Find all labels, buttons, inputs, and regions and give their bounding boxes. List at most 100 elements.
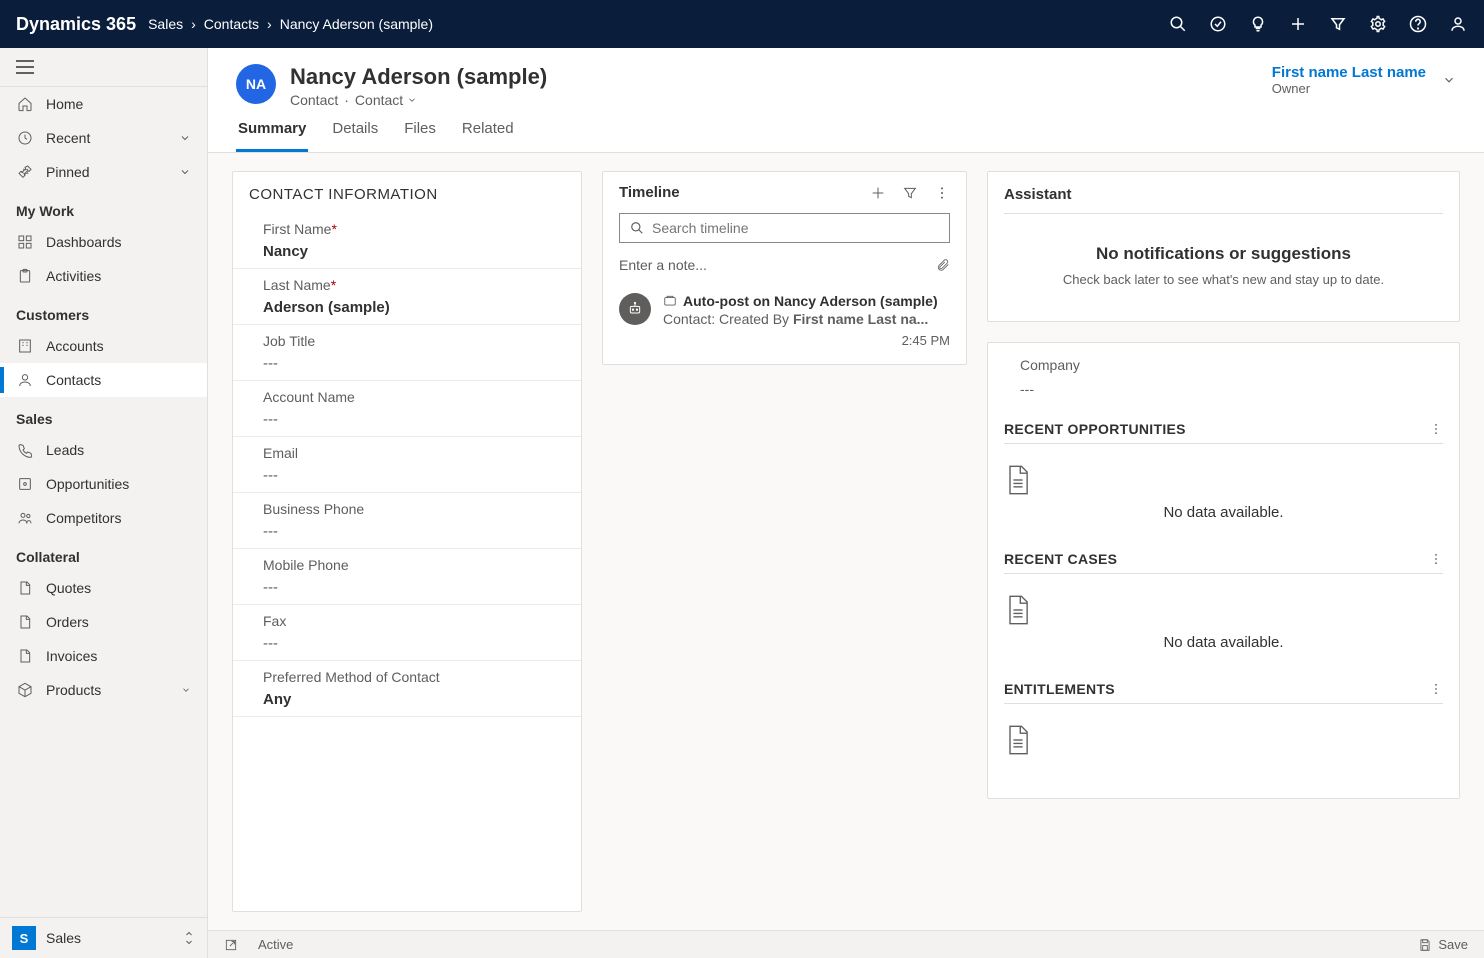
chevron-down-icon: [181, 685, 191, 695]
help-icon[interactable]: [1408, 14, 1428, 34]
person-icon[interactable]: [1448, 14, 1468, 34]
form-field[interactable]: Fax---: [233, 605, 581, 661]
assistant-msg-title: No notifications or suggestions: [1004, 244, 1443, 264]
related-section-title: RECENT CASES: [1004, 541, 1443, 574]
timeline-item[interactable]: Auto-post on Nancy Aderson (sample) Cont…: [603, 289, 966, 364]
nav-invoices[interactable]: Invoices: [0, 639, 207, 673]
note-icon: [663, 294, 677, 308]
tab-details[interactable]: Details: [330, 108, 380, 152]
sidebar-area-switcher[interactable]: S Sales: [0, 917, 207, 958]
nav-label: Dashboards: [46, 234, 122, 250]
nav-home[interactable]: Home: [0, 87, 207, 121]
search-icon[interactable]: [1168, 14, 1188, 34]
home-icon: [16, 95, 34, 113]
nodata-msg: No data available.: [1004, 634, 1443, 651]
chevron-down-icon[interactable]: [1442, 73, 1456, 87]
form-selector[interactable]: Contact: [355, 92, 417, 108]
form-field[interactable]: First Name*Nancy: [233, 213, 581, 269]
lightbulb-icon[interactable]: [1248, 14, 1268, 34]
nodata-msg: No data available.: [1004, 504, 1443, 521]
owner-label: Owner: [1272, 81, 1426, 96]
filter-icon[interactable]: [1328, 14, 1348, 34]
nodata-block: No data available.: [1004, 444, 1443, 541]
nav-leads[interactable]: Leads: [0, 433, 207, 467]
statusbar: Active Save: [208, 930, 1484, 958]
form-field[interactable]: Job Title ---: [233, 325, 581, 381]
document-icon: [16, 579, 34, 597]
form-value: Any: [263, 691, 561, 708]
plus-icon[interactable]: [1288, 14, 1308, 34]
nav-contacts[interactable]: Contacts: [0, 363, 207, 397]
save-button[interactable]: Save: [1418, 937, 1468, 952]
breadcrumb-item[interactable]: Sales: [148, 16, 183, 32]
content-area: CONTACT INFORMATION First Name*NancyLast…: [208, 153, 1484, 930]
nav-label: Invoices: [46, 648, 97, 664]
form-field[interactable]: Email---: [233, 437, 581, 493]
nav-label: Quotes: [46, 580, 91, 596]
timeline-note-input[interactable]: Enter a note...: [619, 253, 950, 277]
contact-info-panel: CONTACT INFORMATION First Name*NancyLast…: [232, 171, 582, 912]
assistant-title: Assistant: [1004, 186, 1443, 214]
more-icon[interactable]: [934, 185, 950, 201]
dashboard-icon: [16, 233, 34, 251]
nav-recent[interactable]: Recent: [0, 121, 207, 155]
assistant-panel: Assistant No notifications or suggestion…: [987, 171, 1460, 322]
document-icon: [1004, 464, 1443, 496]
people-icon: [16, 509, 34, 527]
attachment-icon[interactable]: [936, 257, 950, 273]
tab-related[interactable]: Related: [460, 108, 516, 152]
more-icon[interactable]: [1429, 422, 1443, 436]
form-field[interactable]: Last Name*Aderson (sample): [233, 269, 581, 325]
nav-activities[interactable]: Activities: [0, 259, 207, 293]
form-value: ---: [263, 355, 561, 372]
form-value: ---: [263, 635, 561, 652]
pin-icon: [16, 163, 34, 181]
main-content: NA Nancy Aderson (sample) Contact · Cont…: [208, 48, 1484, 958]
tab-files[interactable]: Files: [402, 108, 438, 152]
area-badge: S: [12, 926, 36, 950]
filter-icon[interactable]: [902, 185, 918, 201]
record-subtitle: Contact · Contact: [290, 92, 547, 108]
nav-label: Leads: [46, 442, 84, 458]
more-icon[interactable]: [1429, 552, 1443, 566]
timeline-item-sub: Contact: Created By First name Last na..…: [663, 311, 950, 327]
tab-summary[interactable]: Summary: [236, 108, 308, 152]
nav-pinned[interactable]: Pinned: [0, 155, 207, 189]
form-label: Job Title: [263, 333, 561, 349]
form-field[interactable]: Mobile Phone---: [233, 549, 581, 605]
popout-icon[interactable]: [224, 938, 238, 952]
timeline-search-input[interactable]: [652, 220, 939, 236]
gear-icon[interactable]: [1368, 14, 1388, 34]
form-field[interactable]: Business Phone---: [233, 493, 581, 549]
nav-competitors[interactable]: Competitors: [0, 501, 207, 535]
chevron-down-icon: [179, 132, 191, 144]
phone-icon: [16, 441, 34, 459]
nav-label: Competitors: [46, 510, 121, 526]
task-icon[interactable]: [1208, 14, 1228, 34]
document-icon: [1004, 594, 1443, 626]
nav-products[interactable]: Products: [0, 673, 207, 707]
robot-icon: [619, 293, 651, 325]
clipboard-icon: [16, 267, 34, 285]
hamburger-icon[interactable]: [0, 48, 207, 87]
plus-icon[interactable]: [870, 185, 886, 201]
nav-orders[interactable]: Orders: [0, 605, 207, 639]
nav-opportunities[interactable]: Opportunities: [0, 467, 207, 501]
brand[interactable]: Dynamics 365: [16, 14, 136, 35]
form-field[interactable]: Account Name---: [233, 381, 581, 437]
nav-label: Accounts: [46, 338, 104, 354]
form-label: Account Name: [263, 389, 561, 405]
breadcrumb-item[interactable]: Nancy Aderson (sample): [280, 16, 433, 32]
area-label: Sales: [46, 930, 81, 946]
form-field[interactable]: Preferred Method of ContactAny: [233, 661, 581, 717]
more-icon[interactable]: [1429, 682, 1443, 696]
nav-accounts[interactable]: Accounts: [0, 329, 207, 363]
breadcrumb-item[interactable]: Contacts: [204, 16, 259, 32]
timeline-search[interactable]: [619, 213, 950, 243]
nav-dashboards[interactable]: Dashboards: [0, 225, 207, 259]
related-section-title: ENTITLEMENTS: [1004, 671, 1443, 704]
tabs: Summary Details Files Related: [208, 108, 1484, 153]
company-value: ---: [1004, 381, 1443, 411]
record-owner-block[interactable]: First name Last name Owner: [1272, 64, 1456, 96]
nav-quotes[interactable]: Quotes: [0, 571, 207, 605]
